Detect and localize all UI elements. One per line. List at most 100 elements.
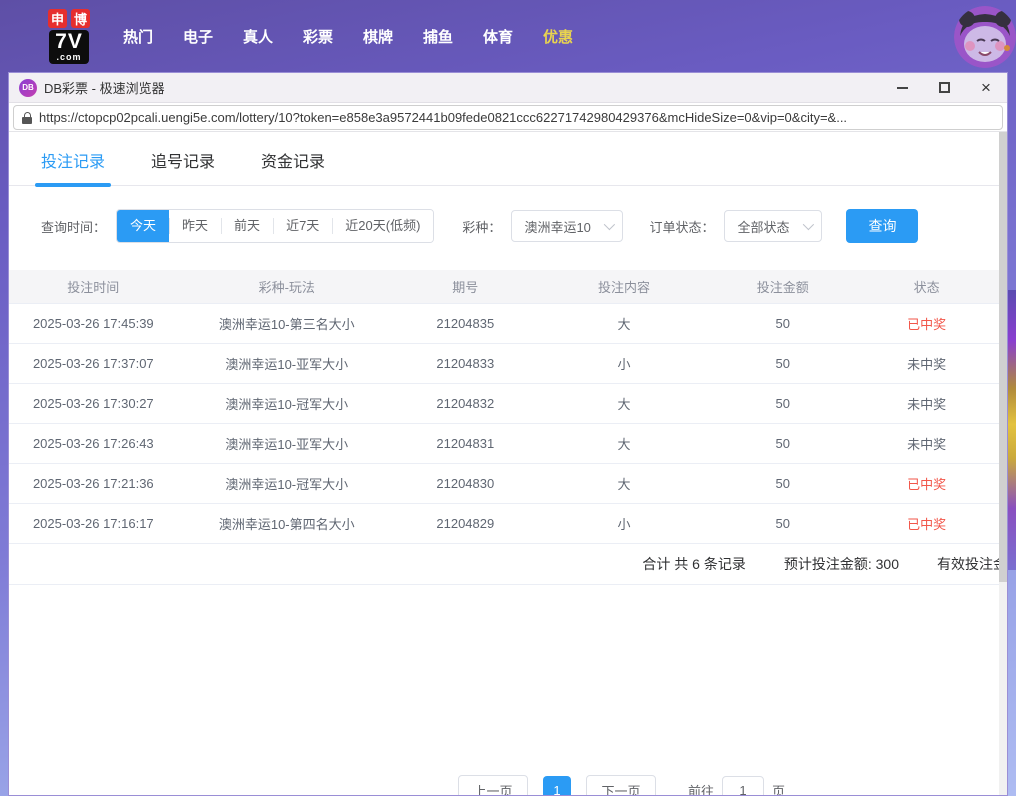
cell-bet-content: 小: [535, 343, 714, 383]
cell-status: 未中奖: [852, 383, 1001, 423]
minimize-button[interactable]: [881, 73, 923, 102]
summary-valid-amount: 有效投注金额: [937, 554, 1001, 574]
col-bet-time: 投注时间: [9, 270, 178, 303]
time-option-today[interactable]: 今天: [117, 210, 169, 242]
browser-window: DB DB彩票 - 极速浏览器 × https://ctopcp02pcali.…: [8, 72, 1008, 796]
cell-lottery-play: 澳洲幸运10-亚军大小: [178, 423, 396, 463]
minimize-icon: [897, 87, 908, 89]
cell-bet-content: 大: [535, 383, 714, 423]
cell-issue: 21204829: [396, 503, 535, 543]
browser-urlbar: https://ctopcp02pcali.uengi5e.com/lotter…: [9, 103, 1007, 132]
cell-bet-amount: 50: [713, 343, 852, 383]
time-filter-label: 查询时间：: [41, 217, 106, 236]
window-title: DB彩票 - 极速浏览器: [44, 78, 165, 97]
logo-badges: 申 博: [48, 9, 90, 28]
table-row: 2025-03-26 17:37:07 澳洲幸运10-亚军大小 21204833…: [9, 343, 1001, 383]
page-number-1[interactable]: 1: [543, 776, 571, 796]
site-nav: 热门 电子 真人 彩票 棋牌 捕鱼 体育 优惠: [122, 26, 602, 47]
maximize-icon: [939, 82, 950, 93]
summary-values: 合计 共 6 条记录 预计投注金额: 300 有效投注金额: [9, 544, 1001, 584]
site-logo[interactable]: 申 博 7V .com: [36, 9, 102, 64]
desktop: { "accent_colors": { "primary_blue": "#2…: [0, 0, 1016, 796]
tab-bet-records[interactable]: 投注记录: [41, 148, 105, 185]
cell-bet-amount: 50: [713, 303, 852, 343]
order-status-select[interactable]: 全部状态: [724, 210, 822, 242]
vertical-scrollbar[interactable]: [999, 132, 1007, 795]
lottery-filter-label: 彩种：: [462, 217, 501, 236]
tab-chase-records[interactable]: 追号记录: [151, 148, 215, 185]
table-row: 2025-03-26 17:30:27 澳洲幸运10-冠军大小 21204832…: [9, 383, 1001, 423]
status-select-value: 全部状态: [737, 217, 789, 236]
summary-total-records: 合计 共 6 条记录: [642, 554, 745, 574]
user-avatar[interactable]: [954, 6, 1016, 68]
cell-lottery-play: 澳洲幸运10-冠军大小: [178, 383, 396, 423]
cell-bet-time: 2025-03-26 17:16:17: [9, 503, 178, 543]
scrollbar-thumb[interactable]: [999, 132, 1007, 582]
cell-bet-amount: 50: [713, 423, 852, 463]
lottery-select-value: 澳洲幸运10: [524, 217, 590, 236]
cell-lottery-play: 澳洲幸运10-亚军大小: [178, 343, 396, 383]
col-bet-amount: 投注金额: [713, 270, 852, 303]
lottery-select[interactable]: 澳洲幸运10: [511, 210, 623, 242]
nav-item-lottery[interactable]: 彩票: [302, 26, 334, 47]
chevron-down-icon: [803, 219, 814, 230]
cell-issue: 21204833: [396, 343, 535, 383]
cell-status: 未中奖: [852, 343, 1001, 383]
address-bar[interactable]: https://ctopcp02pcali.uengi5e.com/lotter…: [13, 105, 1003, 130]
cell-status: 已中奖: [852, 503, 1001, 543]
maximize-button[interactable]: [923, 73, 965, 102]
nav-item-sports[interactable]: 体育: [482, 26, 514, 47]
cell-bet-amount: 50: [713, 503, 852, 543]
logo-badge-1: 申: [48, 9, 67, 28]
nav-item-promotions[interactable]: 优惠: [542, 26, 574, 47]
next-page-button[interactable]: 下一页: [586, 775, 656, 796]
cell-lottery-play: 澳洲幸运10-第三名大小: [178, 303, 396, 343]
filter-bar: 查询时间： 今天 昨天 前天 近7天 近20天(低频) 彩种： 澳洲幸运10 订…: [41, 209, 1007, 243]
nav-item-electronic[interactable]: 电子: [182, 26, 214, 47]
nav-item-live[interactable]: 真人: [242, 26, 274, 47]
table-row: 2025-03-26 17:21:36 澳洲幸运10-冠军大小 21204830…: [9, 463, 1001, 503]
table-header-row: 投注时间 彩种-玩法 期号 投注内容 投注金额 状态: [9, 270, 1001, 303]
nav-item-board-games[interactable]: 棋牌: [362, 26, 394, 47]
record-tabs: 投注记录 追号记录 资金记录: [9, 132, 1007, 186]
col-status: 状态: [852, 270, 1001, 303]
window-titlebar[interactable]: DB DB彩票 - 极速浏览器 ×: [9, 73, 1007, 103]
time-option-20days[interactable]: 近20天(低频): [332, 210, 433, 242]
cell-bet-content: 大: [535, 423, 714, 463]
nav-item-hot[interactable]: 热门: [122, 26, 154, 47]
prev-page-button[interactable]: 上一页: [458, 775, 528, 796]
url-text: https://ctopcp02pcali.uengi5e.com/lotter…: [39, 110, 847, 125]
cell-bet-time: 2025-03-26 17:45:39: [9, 303, 178, 343]
site-header: 申 博 7V .com 热门 电子 真人 彩票 棋牌 捕鱼 体育 优惠: [0, 0, 1016, 72]
time-option-day-before[interactable]: 前天: [221, 210, 273, 242]
bet-records-table: 投注时间 彩种-玩法 期号 投注内容 投注金额 状态 2025-03-26 17…: [9, 270, 1001, 544]
cell-bet-amount: 50: [713, 383, 852, 423]
table-row: 2025-03-26 17:45:39 澳洲幸运10-第三名大小 2120483…: [9, 303, 1001, 343]
nav-item-fishing[interactable]: 捕鱼: [422, 26, 454, 47]
cell-issue: 21204831: [396, 423, 535, 463]
col-lottery-play: 彩种-玩法: [178, 270, 396, 303]
cell-bet-time: 2025-03-26 17:26:43: [9, 423, 178, 463]
goto-label: 前往: [688, 781, 714, 796]
cell-status: 已中奖: [852, 303, 1001, 343]
goto-page-input[interactable]: [722, 776, 764, 796]
logo-sub-text: .com: [55, 53, 83, 62]
window-controls: ×: [881, 73, 1007, 102]
cell-issue: 21204835: [396, 303, 535, 343]
close-icon: ×: [981, 79, 991, 96]
avatar-image: [954, 6, 1016, 68]
cell-bet-content: 大: [535, 463, 714, 503]
col-bet-content: 投注内容: [535, 270, 714, 303]
table-row: 2025-03-26 17:26:43 澳洲幸运10-亚军大小 21204831…: [9, 423, 1001, 463]
tab-fund-records[interactable]: 资金记录: [261, 148, 325, 185]
pagination: 上一页 1 下一页 前往 页: [458, 775, 785, 796]
time-option-yesterday[interactable]: 昨天: [169, 210, 221, 242]
cell-bet-time: 2025-03-26 17:21:36: [9, 463, 178, 503]
cell-bet-amount: 50: [713, 463, 852, 503]
summary-row: 合计 共 6 条记录 预计投注金额: 300 有效投注金额: [9, 544, 1001, 585]
search-button[interactable]: 查询: [846, 209, 918, 243]
time-option-7days[interactable]: 近7天: [273, 210, 332, 242]
close-button[interactable]: ×: [965, 73, 1007, 102]
page-content: 投注记录 追号记录 资金记录 查询时间： 今天 昨天 前天 近7天 近20天(低…: [9, 132, 1007, 795]
table-row: 2025-03-26 17:16:17 澳洲幸运10-第四名大小 2120482…: [9, 503, 1001, 543]
